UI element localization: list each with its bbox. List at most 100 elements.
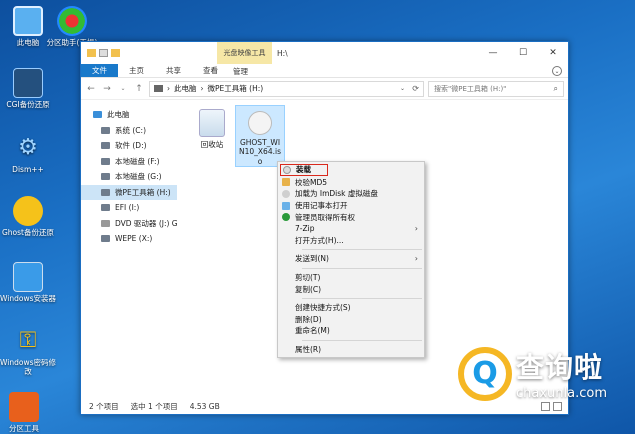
sidebar-item-label: 本地磁盘 (F:) xyxy=(115,156,160,166)
maximize-button[interactable]: ☐ xyxy=(508,42,538,64)
drive-icon xyxy=(101,188,110,196)
partition-assistant-icon xyxy=(57,6,87,36)
search-input[interactable]: 搜索"微PE工具箱 (H:)" ⌕ xyxy=(428,80,564,97)
sidebar-item-label: DVD 驱动器 (J:) GH xyxy=(115,218,177,228)
desktop-icon-label: Dism++ xyxy=(12,165,44,174)
sidebar-item-label: 本地磁盘 (G:) xyxy=(115,172,162,182)
new-folder-icon[interactable] xyxy=(111,49,120,57)
quick-access-toolbar xyxy=(81,49,120,57)
watermark-text: 查询啦 chaxunla.com xyxy=(516,346,607,401)
desktop-icon-label: CGI备份还原 xyxy=(6,100,50,109)
breadcrumb-separator: › xyxy=(167,84,170,93)
menu-item-md5[interactable]: 校验MD5 xyxy=(278,177,424,189)
refresh-icon[interactable]: ⟳ xyxy=(412,84,419,93)
menu-item-mount[interactable]: 装载 xyxy=(280,164,328,176)
dvd-drive-icon xyxy=(101,219,110,227)
shield-icon xyxy=(282,213,290,222)
tab-share[interactable]: 共享 xyxy=(155,64,192,77)
menu-item-label: 装载 xyxy=(296,165,311,175)
menu-item-rename[interactable]: 重命名(M) xyxy=(278,325,424,337)
menu-item-cut[interactable]: 剪切(T) xyxy=(278,272,424,284)
breadcrumb-current[interactable]: 微PE工具箱 (H:) xyxy=(208,83,264,94)
menu-item-7zip[interactable]: 7-Zip › xyxy=(278,223,424,235)
menu-item-take-ownership[interactable]: 管理员取得所有权 xyxy=(278,211,424,223)
menu-item-send-to[interactable]: 发送到(N) › xyxy=(278,253,424,265)
imdisk-icon xyxy=(282,189,290,198)
menu-item-label: 属性(R) xyxy=(295,345,322,355)
desktop-icon-cgi[interactable]: CGI备份还原 xyxy=(0,68,58,109)
address-dropdown-icon[interactable]: ⌄ xyxy=(400,85,405,92)
file-item-recycle-bin[interactable]: 回收站 xyxy=(187,105,237,149)
key-icon: ⚿ xyxy=(19,327,37,353)
desktop-icon-ghost[interactable]: Ghost备份还原 xyxy=(0,196,58,237)
forward-button[interactable]: → xyxy=(101,84,113,94)
details-view-icon[interactable] xyxy=(541,401,550,411)
watermark-letter: Q xyxy=(472,356,498,391)
sidebar-item-drive-c[interactable]: 系统 (C:) xyxy=(81,123,177,139)
menu-item-create-shortcut[interactable]: 创建快捷方式(S) xyxy=(278,302,424,314)
menu-item-label: 打开方式(H)... xyxy=(295,235,344,245)
close-button[interactable]: ✕ xyxy=(538,42,568,64)
menu-item-notepad[interactable]: 使用记事本打开 xyxy=(278,200,424,212)
menu-item-imdisk[interactable]: 加载为 ImDisk 虚拟磁盘 xyxy=(278,188,424,200)
menu-separator xyxy=(302,249,422,251)
notepad-icon xyxy=(282,201,290,210)
properties-icon[interactable] xyxy=(99,49,108,57)
file-item-iso[interactable]: GHOST_WIN10_X64.iso xyxy=(235,105,285,167)
menu-separator xyxy=(302,339,422,341)
menu-item-copy[interactable]: 复制(C) xyxy=(278,283,424,295)
expand-ribbon-icon[interactable]: ⌄ xyxy=(552,66,562,76)
sidebar-item-drive-j[interactable]: DVD 驱动器 (J:) GH xyxy=(81,216,177,232)
drive-icon xyxy=(101,235,110,243)
watermark-name: 查询啦 xyxy=(516,351,604,384)
ghost-icon xyxy=(13,196,43,226)
tab-manage[interactable]: 管理 xyxy=(222,64,259,78)
sidebar-item-this-pc[interactable]: 此电脑 xyxy=(81,107,177,123)
desktop-icon-windows-installer[interactable]: Windows安装器 xyxy=(0,262,58,303)
desktop-icon-partition-tool[interactable]: 分区工具 xyxy=(0,392,54,433)
recent-dropdown[interactable]: ⌄ xyxy=(117,85,129,92)
sidebar-item-drive-h[interactable]: 微PE工具箱 (H:) xyxy=(81,184,177,200)
windows-installer-icon xyxy=(13,262,43,292)
watermark-logo-icon: Q xyxy=(458,346,512,401)
drive-icon xyxy=(101,126,110,134)
gear-icon: ⚙ xyxy=(18,134,38,160)
folder-icon[interactable] xyxy=(87,49,96,57)
desktop-icon-label: Ghost备份还原 xyxy=(1,228,54,237)
up-button[interactable]: ↑ xyxy=(133,84,145,94)
sidebar-item-label: 此电脑 xyxy=(107,110,130,120)
tab-home[interactable]: 主页 xyxy=(118,64,155,77)
sidebar-item-drive-f[interactable]: 本地磁盘 (F:) xyxy=(81,154,177,170)
tab-file[interactable]: 文件 xyxy=(81,64,118,77)
menu-item-label: 删除(D) xyxy=(295,314,322,324)
desktop-icon-label: Windows密码修改 xyxy=(0,358,56,376)
desktop-icon-dism[interactable]: ⚙ Dism++ xyxy=(0,133,58,174)
desktop-icon-password[interactable]: ⚿ Windows密码修改 xyxy=(0,326,58,376)
sidebar-item-drive-i[interactable]: EFI (I:) xyxy=(81,200,177,216)
minimize-button[interactable]: — xyxy=(478,42,508,64)
md5-icon xyxy=(282,178,290,187)
contextual-tab-disc-image-tools[interactable]: 光盘映像工具 xyxy=(217,42,272,64)
back-button[interactable]: ← xyxy=(85,84,97,94)
disc-image-icon xyxy=(248,111,272,135)
large-icons-view-icon[interactable] xyxy=(553,401,562,411)
sidebar-item-label: 系统 (C:) xyxy=(115,125,146,135)
status-item-count: 2 个项目 xyxy=(89,401,119,411)
menu-separator xyxy=(302,267,422,269)
search-placeholder: 搜索"微PE工具箱 (H:)" xyxy=(434,84,507,93)
menu-item-label: 复制(C) xyxy=(295,284,322,294)
computer-icon xyxy=(93,111,102,119)
ribbon-tabs: 文件 主页 共享 查看 管理 ⌄ xyxy=(81,64,568,78)
menu-item-properties[interactable]: 属性(R) xyxy=(278,344,424,356)
menu-item-label: 重命名(M) xyxy=(295,326,330,336)
sidebar-item-drive-x[interactable]: WEPE (X:) xyxy=(81,231,177,247)
sidebar-item-drive-d[interactable]: 软件 (D:) xyxy=(81,138,177,154)
breadcrumb-this-pc[interactable]: 此电脑 xyxy=(174,83,197,94)
sidebar-item-drive-g[interactable]: 本地磁盘 (G:) xyxy=(81,169,177,185)
menu-item-open-with[interactable]: 打开方式(H)... xyxy=(278,235,424,247)
drive-icon xyxy=(101,142,110,150)
address-bar[interactable]: › 此电脑 › 微PE工具箱 (H:) ⌄ ⟳ xyxy=(149,80,424,97)
partition-tool-icon xyxy=(9,392,39,422)
cgi-backup-icon xyxy=(13,68,43,98)
menu-item-delete[interactable]: 删除(D) xyxy=(278,314,424,326)
